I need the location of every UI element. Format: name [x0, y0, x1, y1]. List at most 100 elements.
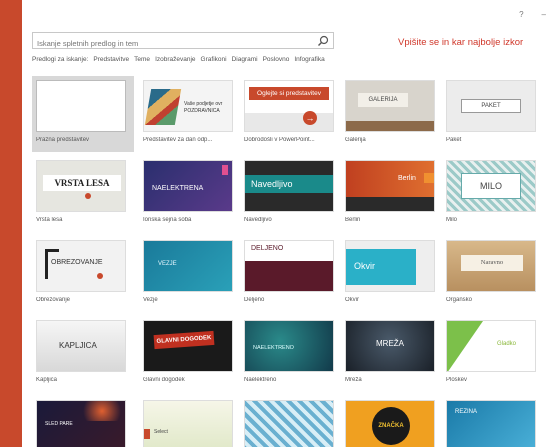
- template-caption: Navedljivo: [244, 217, 272, 223]
- template-thumbnail[interactable]: Select: [143, 400, 233, 447]
- template-thumbnail[interactable]: MILO: [446, 160, 536, 212]
- template-tile[interactable]: [244, 400, 340, 447]
- template-thumbnail[interactable]: NAELEKTRENA: [143, 160, 233, 212]
- template-title: VRSTA LESA: [43, 175, 121, 191]
- template-tile[interactable]: Oglejte si predstavitev → Dobrodošli v P…: [244, 80, 340, 143]
- template-thumbnail[interactable]: Navedljivo: [244, 160, 334, 212]
- template-caption: Predstavitev za dan odp...: [143, 137, 213, 143]
- template-tile[interactable]: NAELEKTRENO Naelektreno: [244, 320, 340, 383]
- template-caption: Dobrodošli v PowerPoint...: [244, 137, 315, 143]
- template-title: VEZJE: [158, 261, 177, 267]
- template-tile[interactable]: MILO Milo: [446, 160, 542, 223]
- template-tile[interactable]: KAPLJICA Kapljica: [36, 320, 132, 383]
- template-tile[interactable]: Prazna predstavitev: [32, 76, 134, 152]
- template-title: Navedljivo: [245, 175, 333, 193]
- template-thumbnail[interactable]: NAELEKTRENO: [244, 320, 334, 372]
- sign-in-link[interactable]: Vpišite se in kar najbolje izkor: [398, 37, 523, 48]
- template-tile[interactable]: GLAVNI DOGODEK Glavni dogodek: [143, 320, 239, 383]
- template-caption: Kapljica: [36, 377, 58, 383]
- template-thumbnail[interactable]: GALERIJA: [345, 80, 435, 132]
- template-tile[interactable]: SLED PARE: [36, 400, 132, 447]
- search-box[interactable]: [32, 32, 334, 51]
- template-title: MREŽA: [376, 339, 404, 348]
- template-thumbnail[interactable]: Naravno: [446, 240, 536, 292]
- template-tile[interactable]: REZINA: [446, 400, 542, 447]
- template-title: PAKET: [461, 99, 521, 113]
- template-title: Vaše podjetje ovr POZDRAVNICA: [184, 101, 223, 114]
- suggest-link-6[interactable]: Infografika: [294, 56, 324, 63]
- template-tile[interactable]: Naravno Organsko: [446, 240, 542, 303]
- template-title: Gladko: [497, 341, 517, 347]
- template-title: Naravno: [461, 255, 523, 271]
- template-title: DELJENO: [251, 245, 284, 252]
- template-caption: Berlin: [345, 217, 361, 223]
- template-thumbnail[interactable]: Gladko: [446, 320, 536, 372]
- template-caption: Ploskev: [446, 377, 468, 383]
- template-thumbnail[interactable]: OBREZOVANJE: [36, 240, 126, 292]
- suggest-link-3[interactable]: Grafikoni: [201, 56, 227, 63]
- template-tile[interactable]: VRSTA LESA Vrsta lesa: [36, 160, 132, 223]
- template-tile[interactable]: Okvir Okvir: [345, 240, 441, 303]
- template-title: KAPLJICA: [59, 341, 97, 350]
- template-caption: Paket: [446, 137, 462, 143]
- page: ? – Vpišite se in kar najbolje izkor Pre…: [0, 0, 554, 447]
- template-thumbnail[interactable]: REZINA: [446, 400, 536, 447]
- template-thumbnail[interactable]: PAKET: [446, 80, 536, 132]
- suggest-link-4[interactable]: Diagrami: [232, 56, 258, 63]
- suggest-link-5[interactable]: Poslovno: [263, 56, 290, 63]
- template-caption: Obrezovanje: [36, 297, 71, 303]
- template-title: Okvir: [354, 261, 375, 271]
- template-tile[interactable]: Berlin Berlin: [345, 160, 441, 223]
- template-thumbnail[interactable]: MREŽA: [345, 320, 435, 372]
- search-icon[interactable]: [317, 35, 329, 47]
- template-title: ZNAČKA: [372, 407, 410, 445]
- help-button[interactable]: ?: [519, 10, 523, 19]
- template-title: NAELEKTRENA: [152, 185, 204, 192]
- template-thumbnail[interactable]: [36, 80, 126, 132]
- template-caption: Organsko: [446, 297, 473, 303]
- template-caption: Deljeno: [244, 297, 265, 303]
- template-tile[interactable]: PAKET Paket: [446, 80, 542, 143]
- template-title: Oglejte si predstavitev: [249, 87, 329, 100]
- template-title: GLAVNI DOGODEK: [153, 330, 215, 350]
- template-tile[interactable]: VEZJE Vezje: [143, 240, 239, 303]
- template-thumbnail[interactable]: KAPLJICA: [36, 320, 126, 372]
- template-tile[interactable]: Select: [143, 400, 239, 447]
- template-title: NAELEKTRENO: [253, 345, 294, 351]
- template-title: MILO: [461, 173, 521, 199]
- suggest-link-2[interactable]: Izobraževanje: [155, 56, 195, 63]
- template-thumbnail[interactable]: Okvir: [345, 240, 435, 292]
- template-thumbnail[interactable]: Vaše podjetje ovr POZDRAVNICA: [143, 80, 233, 132]
- template-title: OBREZOVANJE: [51, 259, 103, 266]
- template-tile[interactable]: Gladko Ploskev: [446, 320, 542, 383]
- template-thumbnail[interactable]: GLAVNI DOGODEK: [143, 320, 233, 372]
- template-thumbnail[interactable]: SLED PARE: [36, 400, 126, 447]
- template-thumbnail[interactable]: DELJENO: [244, 240, 334, 292]
- template-thumbnail[interactable]: VEZJE: [143, 240, 233, 292]
- window-controls: ? –: [519, 10, 546, 19]
- template-thumbnail[interactable]: Oglejte si predstavitev →: [244, 80, 334, 132]
- template-tile[interactable]: Navedljivo Navedljivo: [244, 160, 340, 223]
- template-tile[interactable]: MREŽA Mreža: [345, 320, 441, 383]
- template-title: SLED PARE: [45, 421, 73, 427]
- template-thumbnail[interactable]: ZNAČKA: [345, 400, 435, 447]
- template-tile[interactable]: NAELEKTRENA Ionska sejna soba: [143, 160, 239, 223]
- template-title: Select: [154, 429, 168, 435]
- minimize-button[interactable]: –: [542, 10, 546, 19]
- template-tile[interactable]: ZNAČKA: [345, 400, 441, 447]
- template-thumbnail[interactable]: Berlin: [345, 160, 435, 212]
- template-tile[interactable]: GALERIJA Galerija: [345, 80, 441, 143]
- search-input[interactable]: [33, 36, 313, 51]
- suggest-link-1[interactable]: Teme: [134, 56, 150, 63]
- template-thumbnail[interactable]: [244, 400, 334, 447]
- template-tile[interactable]: OBREZOVANJE Obrezovanje: [36, 240, 132, 303]
- arrow-icon: →: [303, 111, 317, 125]
- template-caption: Okvir: [345, 297, 359, 303]
- template-caption: Vezje: [143, 297, 158, 303]
- suggest-link-0[interactable]: Predstavitve: [93, 56, 129, 63]
- books-image: [144, 89, 182, 125]
- template-tile[interactable]: Vaše podjetje ovr POZDRAVNICA Predstavit…: [143, 80, 239, 143]
- template-caption: Mreža: [345, 377, 362, 383]
- template-thumbnail[interactable]: VRSTA LESA: [36, 160, 126, 212]
- template-tile[interactable]: DELJENO Deljeno: [244, 240, 340, 303]
